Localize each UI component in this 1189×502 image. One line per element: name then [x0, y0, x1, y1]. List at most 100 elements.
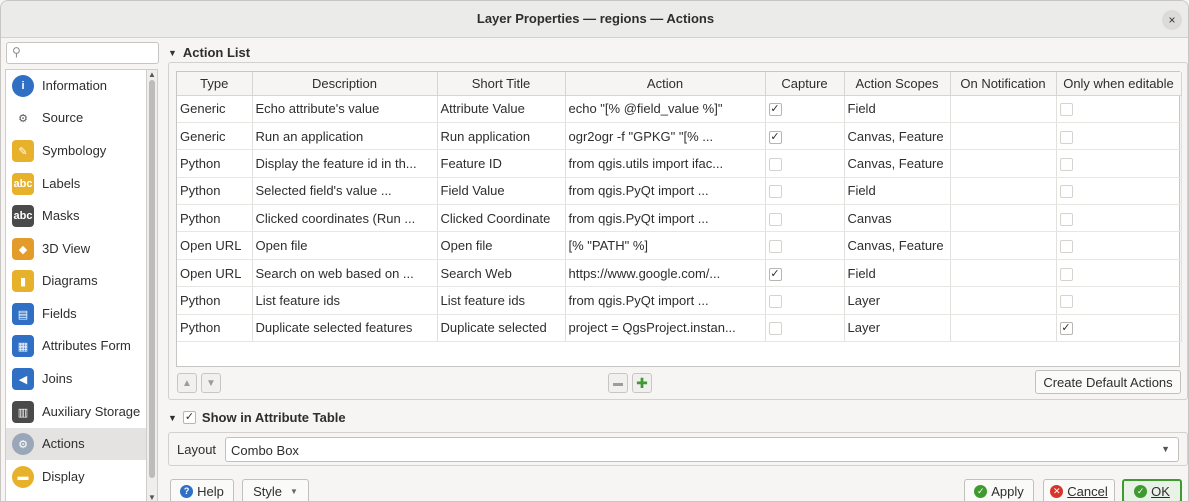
- capture-checkbox[interactable]: ✓: [768, 130, 782, 144]
- editable-checkbox[interactable]: [1059, 212, 1073, 226]
- cell-action[interactable]: https://www.google.com/...: [565, 259, 766, 288]
- show-in-attribute-table-header[interactable]: ▼ ✓ Show in Attribute Table: [168, 410, 346, 425]
- cell-short-title[interactable]: Attribute Value: [437, 95, 566, 123]
- editable-checkbox[interactable]: [1059, 294, 1073, 308]
- sidebar-item-auxiliary-storage[interactable]: ▥ Auxiliary Storage: [6, 396, 146, 428]
- search-input[interactable]: ⚲: [6, 42, 159, 64]
- cell-notification[interactable]: [950, 177, 1057, 206]
- sidebar-item-masks[interactable]: abc Masks: [6, 200, 146, 232]
- add-action-button[interactable]: ✚: [632, 373, 652, 393]
- layout-combo[interactable]: Combo Box ▼: [225, 437, 1179, 462]
- cell-short-title[interactable]: Feature ID: [437, 149, 566, 178]
- capture-checkbox[interactable]: [768, 158, 782, 171]
- cell-action[interactable]: from qgis.utils import ifac...: [565, 149, 766, 178]
- show-in-table-checkbox[interactable]: ✓: [182, 411, 196, 424]
- sidebar-item-symbology[interactable]: ✎ Symbology: [6, 135, 146, 167]
- cell-action[interactable]: echo "[% @field_value %]": [565, 95, 766, 123]
- cell-scopes[interactable]: Canvas: [844, 204, 951, 233]
- capture-checkbox[interactable]: ✓: [768, 267, 782, 281]
- cell-action[interactable]: from qgis.PyQt import ...: [565, 286, 766, 315]
- capture-checkbox[interactable]: [768, 294, 782, 308]
- cell-description[interactable]: Echo attribute's value: [252, 95, 438, 123]
- cell-short-title[interactable]: Clicked Coordinate: [437, 204, 566, 233]
- scrollbar-thumb[interactable]: [149, 80, 155, 478]
- cell-description[interactable]: List feature ids: [252, 286, 438, 315]
- cell-action[interactable]: from qgis.PyQt import ...: [565, 177, 766, 206]
- cell-action[interactable]: from qgis.PyQt import ...: [565, 204, 766, 233]
- cell-scopes[interactable]: Field: [844, 259, 951, 288]
- cell-type[interactable]: Python: [177, 177, 253, 206]
- cell-description[interactable]: Selected field's value ...: [252, 177, 438, 206]
- cell-type[interactable]: Open URL: [177, 231, 253, 260]
- create-default-actions-button[interactable]: Create Default Actions: [1035, 370, 1181, 394]
- table-row[interactable]: Python Duplicate selected features Duplica…: [177, 314, 1182, 343]
- sidebar-item-3d-view[interactable]: ◆ 3D View: [6, 233, 146, 265]
- column-header[interactable]: Action Scopes: [844, 72, 951, 96]
- cell-short-title[interactable]: Field Value: [437, 177, 566, 206]
- table-row[interactable]: Python Clicked coordinates (Run ... Clicke…: [177, 204, 1182, 233]
- cell-notification[interactable]: [950, 286, 1057, 315]
- cell-action[interactable]: project = QgsProject.instan...: [565, 314, 766, 343]
- cell-notification[interactable]: [950, 314, 1057, 343]
- column-header[interactable]: On Notification: [950, 72, 1057, 96]
- table-row[interactable]: Generic Echo attribute's value Attribute V…: [177, 95, 1182, 123]
- cell-scopes[interactable]: Layer: [844, 314, 951, 343]
- sidebar-item-information[interactable]: i Information: [6, 70, 146, 102]
- cell-description[interactable]: Search on web based on ...: [252, 259, 438, 288]
- sidebar-item-fields[interactable]: ▤ Fields: [6, 298, 146, 330]
- cell-short-title[interactable]: Search Web: [437, 259, 566, 288]
- editable-checkbox[interactable]: ✓: [1059, 322, 1073, 336]
- cell-description[interactable]: Display the feature id in th...: [252, 149, 438, 178]
- help-button[interactable]: ? Help: [170, 479, 234, 501]
- capture-checkbox[interactable]: [768, 240, 782, 254]
- cell-short-title[interactable]: List feature ids: [437, 286, 566, 315]
- column-header[interactable]: Only when editable: [1056, 72, 1182, 96]
- capture-checkbox[interactable]: ✓: [768, 103, 782, 117]
- column-header[interactable]: Type: [177, 72, 253, 96]
- capture-checkbox[interactable]: [768, 185, 782, 199]
- cell-notification[interactable]: [950, 231, 1057, 260]
- sidebar-item-actions[interactable]: ⚙ Actions: [6, 428, 146, 460]
- column-header[interactable]: Action: [565, 72, 766, 96]
- editable-checkbox[interactable]: [1059, 267, 1073, 281]
- cell-scopes[interactable]: Layer: [844, 286, 951, 315]
- cell-scopes[interactable]: Canvas, Feature: [844, 231, 951, 260]
- remove-action-button[interactable]: ▬: [608, 373, 628, 393]
- cell-short-title[interactable]: Run application: [437, 122, 566, 151]
- table-row[interactable]: Python Display the feature id in th... Fea…: [177, 149, 1182, 178]
- cell-notification[interactable]: [950, 149, 1057, 178]
- cell-scopes[interactable]: Canvas, Feature: [844, 149, 951, 178]
- apply-button[interactable]: ✓ Apply: [964, 479, 1034, 501]
- table-row[interactable]: Python List feature ids List feature ids fr…: [177, 286, 1182, 315]
- cell-short-title[interactable]: Duplicate selected: [437, 314, 566, 343]
- sidebar-scrollbar[interactable]: ▲ ▼: [146, 69, 158, 501]
- cell-type[interactable]: Open URL: [177, 259, 253, 288]
- sidebar-item-diagrams[interactable]: ▮ Diagrams: [6, 265, 146, 297]
- editable-checkbox[interactable]: [1059, 185, 1073, 199]
- action-list-header[interactable]: ▼ Action List: [168, 45, 250, 60]
- editable-checkbox[interactable]: [1059, 158, 1073, 171]
- cell-description[interactable]: Open file: [252, 231, 438, 260]
- table-row[interactable]: Python Selected field's value ... Field Va…: [177, 177, 1182, 206]
- sidebar-item-display[interactable]: ▬ Display: [6, 461, 146, 493]
- sidebar-item-attributes-form[interactable]: ▦ Attributes Form: [6, 330, 146, 362]
- editable-checkbox[interactable]: [1059, 240, 1073, 254]
- cell-type[interactable]: Python: [177, 314, 253, 343]
- cell-description[interactable]: Clicked coordinates (Run ...: [252, 204, 438, 233]
- cell-description[interactable]: Run an application: [252, 122, 438, 151]
- capture-checkbox[interactable]: [768, 212, 782, 226]
- scroll-up-icon[interactable]: ▲: [148, 70, 156, 79]
- style-button[interactable]: Style ▼: [242, 479, 309, 501]
- editable-checkbox[interactable]: [1059, 130, 1073, 144]
- close-icon[interactable]: ×: [1162, 10, 1182, 30]
- column-header[interactable]: Short Title: [437, 72, 566, 96]
- cell-type[interactable]: Generic: [177, 95, 253, 123]
- cell-short-title[interactable]: Open file: [437, 231, 566, 260]
- sidebar-item-source[interactable]: ⚙ Source: [6, 102, 146, 134]
- cell-notification[interactable]: [950, 122, 1057, 151]
- cancel-button[interactable]: ✕ Cancel: [1043, 479, 1115, 501]
- sidebar-item-labels[interactable]: abc Labels: [6, 168, 146, 200]
- cell-scopes[interactable]: Field: [844, 177, 951, 206]
- cell-type[interactable]: Python: [177, 149, 253, 178]
- cell-notification[interactable]: [950, 259, 1057, 288]
